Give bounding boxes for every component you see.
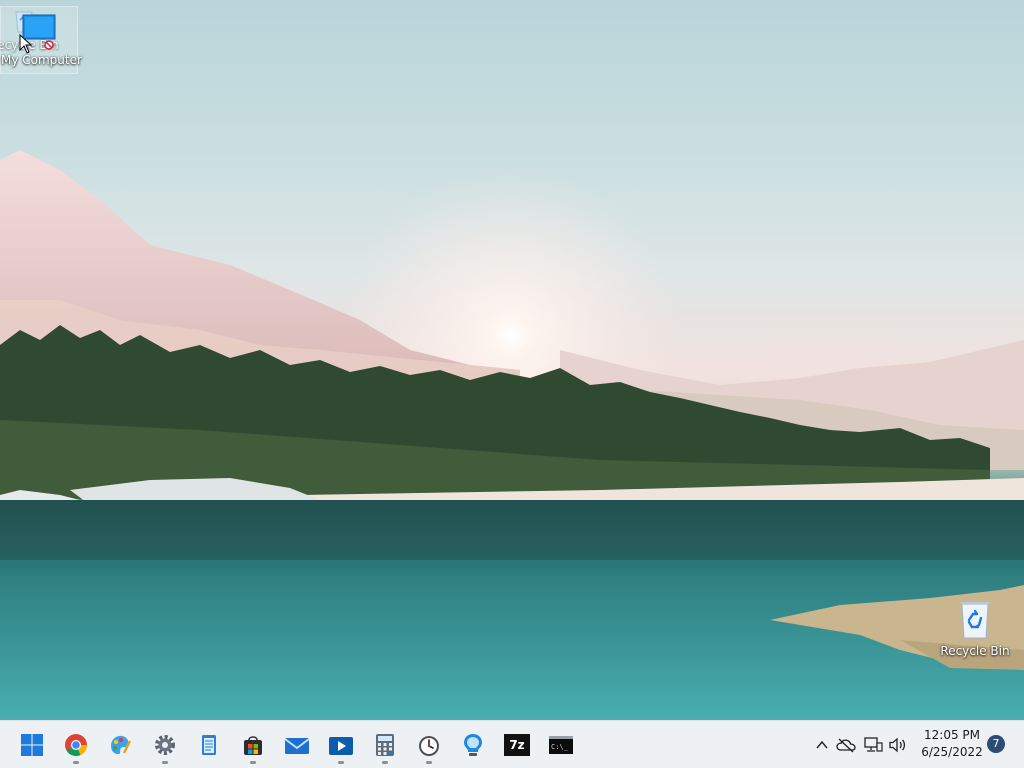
taskbar-7zip[interactable]: 7z	[497, 725, 537, 765]
taskbar-alarms-clock[interactable]	[409, 725, 449, 765]
cloud-offline-icon	[836, 738, 856, 753]
desktop-icon-recycle-bin[interactable]: Recycle Bin	[937, 598, 1013, 658]
clock-date: 6/25/2022	[921, 745, 983, 759]
7zip-icon: 7z	[504, 734, 530, 756]
taskbar-chrome[interactable]	[56, 725, 96, 765]
taskbar-calculator[interactable]	[365, 725, 405, 765]
paint-icon	[111, 735, 132, 754]
desktop-icon-my-computer[interactable]: My Computer	[0, 6, 82, 74]
start-button[interactable]	[12, 725, 52, 765]
taskbar-media-player[interactable]	[321, 725, 361, 765]
taskbar: 7z C:\_ 12:05 PM 6/25/2022 7	[0, 720, 1024, 768]
tray-volume[interactable]	[886, 733, 910, 757]
taskbar-command-prompt[interactable]: C:\_	[541, 725, 581, 765]
taskbar-paint[interactable]	[100, 725, 140, 765]
chevron-up-icon	[816, 740, 828, 749]
terminal-icon-text: C:\_	[551, 742, 568, 751]
taskbar-clock[interactable]: 12:05 PM 6/25/2022	[912, 727, 992, 761]
tray-onedrive[interactable]	[834, 733, 858, 757]
running-indicator	[250, 761, 256, 764]
gear-icon	[155, 735, 175, 755]
taskbar-notepad[interactable]	[189, 725, 229, 765]
taskbar-tips[interactable]	[453, 725, 493, 765]
chrome-icon	[65, 734, 87, 756]
my-computer-label: My Computer	[1, 53, 82, 67]
tray-network[interactable]	[861, 733, 885, 757]
lightbulb-icon	[464, 734, 482, 756]
terminal-icon: C:\_	[549, 736, 573, 754]
notepad-icon	[202, 735, 216, 755]
alarm-clock-icon	[419, 736, 439, 756]
store-icon	[244, 736, 262, 755]
recycle-bin-label: Recycle Bin	[940, 644, 1010, 658]
mail-icon	[284, 738, 310, 754]
running-indicator	[73, 761, 79, 764]
show-hidden-icons-button[interactable]	[810, 733, 834, 757]
mouse-cursor-icon	[19, 34, 33, 54]
7zip-icon-text: 7z	[509, 738, 525, 752]
desktop[interactable]: Recycle Bin My Computer Recycle Bin	[0, 0, 1024, 720]
running-indicator	[162, 761, 168, 764]
speaker-icon	[889, 737, 906, 753]
windows-logo-icon	[21, 734, 43, 756]
running-indicator	[426, 761, 432, 764]
media-player-icon	[329, 737, 353, 755]
wallpaper-landscape	[0, 0, 1024, 720]
network-wired-icon	[864, 737, 883, 752]
taskbar-mail[interactable]	[277, 725, 317, 765]
notification-count-badge[interactable]: 7	[987, 735, 1005, 753]
calculator-icon	[376, 734, 394, 756]
clock-time: 12:05 PM	[924, 728, 980, 742]
running-indicator	[338, 761, 344, 764]
running-indicator	[382, 761, 388, 764]
taskbar-store[interactable]	[233, 725, 273, 765]
taskbar-settings[interactable]	[145, 725, 185, 765]
recycle-bin-icon	[961, 602, 989, 639]
